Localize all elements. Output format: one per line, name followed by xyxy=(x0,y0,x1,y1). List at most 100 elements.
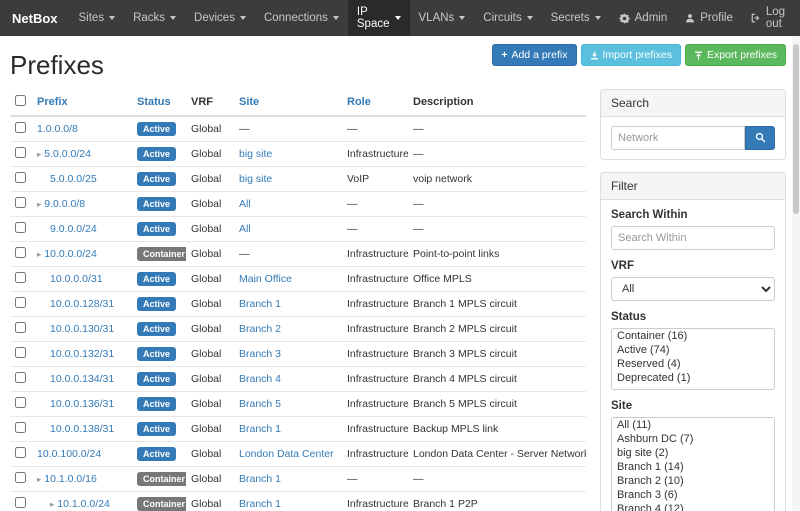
nav-item-admin[interactable]: Admin xyxy=(610,0,677,36)
row-checkbox[interactable] xyxy=(15,372,26,383)
listbox-option[interactable]: Branch 4 (12) xyxy=(612,502,774,511)
status-listbox[interactable]: Container (16)Active (74)Reserved (4)Dep… xyxy=(611,328,775,390)
row-checkbox[interactable] xyxy=(15,297,26,308)
prefix-link[interactable]: 10.0.0.136/31 xyxy=(50,398,114,410)
row-checkbox[interactable] xyxy=(15,497,26,508)
site-cell: Branch 5 xyxy=(234,392,342,417)
site-link[interactable]: All xyxy=(239,223,251,235)
site-link[interactable]: Branch 1 xyxy=(239,473,281,485)
site-link[interactable]: Branch 1 xyxy=(239,498,281,510)
nav-item-racks[interactable]: Racks xyxy=(124,0,185,36)
select-all-checkbox[interactable] xyxy=(15,95,26,106)
site-cell: — xyxy=(234,116,342,142)
search-button[interactable] xyxy=(745,126,775,150)
listbox-option[interactable]: Reserved (4) xyxy=(612,357,774,371)
row-checkbox[interactable] xyxy=(15,422,26,433)
site-link[interactable]: Main Office xyxy=(239,273,292,285)
prefix-link[interactable]: 10.0.0.134/31 xyxy=(50,373,114,385)
column-sort-link[interactable]: Prefix xyxy=(37,96,68,108)
column-sort-link[interactable]: Role xyxy=(347,96,371,108)
nav-item-ip-space[interactable]: IP Space xyxy=(348,0,410,36)
row-checkbox[interactable] xyxy=(15,122,26,133)
listbox-option[interactable]: All (11) xyxy=(612,418,774,432)
site-cell: Branch 1 xyxy=(234,292,342,317)
prefix-link[interactable]: 10.0.0.0/31 xyxy=(50,273,103,285)
prefix-link[interactable]: 9.0.0.0/24 xyxy=(50,223,97,235)
status-cell: Active xyxy=(132,417,186,442)
prefix-link[interactable]: 10.0.0.0/24 xyxy=(44,248,97,260)
site-link[interactable]: Branch 2 xyxy=(239,323,281,335)
site-link[interactable]: big site xyxy=(239,173,272,185)
description-cell: Branch 1 P2P xyxy=(408,492,586,511)
listbox-option[interactable]: Ashburn DC (7) xyxy=(612,432,774,446)
nav-item-log-out[interactable]: Log out xyxy=(742,0,794,36)
prefix-link[interactable]: 9.0.0.0/8 xyxy=(44,198,85,210)
site-link[interactable]: big site xyxy=(239,148,272,160)
prefix-link[interactable]: 1.0.0.0/8 xyxy=(37,123,78,135)
listbox-option[interactable]: Deprecated (1) xyxy=(612,371,774,385)
column-sort-link[interactable]: Status xyxy=(137,96,171,108)
prefix-link[interactable]: 10.0.0.132/31 xyxy=(50,348,114,360)
search-panel-title: Search xyxy=(601,90,785,117)
site-link[interactable]: Branch 5 xyxy=(239,398,281,410)
status-badge: Active xyxy=(137,347,176,361)
site-link[interactable]: Branch 4 xyxy=(239,373,281,385)
prefix-link[interactable]: 10.0.0.128/31 xyxy=(50,298,114,310)
row-checkbox[interactable] xyxy=(15,172,26,183)
row-checkbox[interactable] xyxy=(15,147,26,158)
vrf-cell: Global xyxy=(186,367,234,392)
site-link[interactable]: Branch 1 xyxy=(239,298,281,310)
search-within-input[interactable] xyxy=(611,226,775,250)
nav-item-circuits[interactable]: Circuits xyxy=(474,0,541,36)
site-link[interactable]: All xyxy=(239,198,251,210)
search-input[interactable] xyxy=(611,126,745,150)
row-checkbox[interactable] xyxy=(15,272,26,283)
listbox-option[interactable]: Branch 3 (6) xyxy=(612,488,774,502)
nav-item-profile[interactable]: Profile xyxy=(676,0,742,36)
nav-item-connections[interactable]: Connections xyxy=(255,0,348,36)
row-checkbox[interactable] xyxy=(15,447,26,458)
export-prefixes-button[interactable]: Export prefixes xyxy=(685,44,786,66)
nav-item-secrets[interactable]: Secrets xyxy=(542,0,610,36)
row-checkbox[interactable] xyxy=(15,247,26,258)
row-checkbox[interactable] xyxy=(15,347,26,358)
row-checkbox[interactable] xyxy=(15,222,26,233)
listbox-option[interactable]: big site (2) xyxy=(612,446,774,460)
prefix-link[interactable]: 10.0.0.130/31 xyxy=(50,323,114,335)
netbox-brand[interactable]: NetBox xyxy=(10,0,70,36)
site-listbox[interactable]: All (11)Ashburn DC (7)big site (2)Branch… xyxy=(611,417,775,511)
column-sort-link[interactable]: Site xyxy=(239,96,259,108)
scrollbar-thumb[interactable] xyxy=(793,44,799,214)
description-cell: — xyxy=(408,467,586,492)
site-link[interactable]: London Data Center xyxy=(239,448,334,460)
prefix-link[interactable]: 10.0.0.138/31 xyxy=(50,423,114,435)
row-checkbox[interactable] xyxy=(15,397,26,408)
plus-icon: + xyxy=(501,49,507,61)
nav-item-sites[interactable]: Sites xyxy=(70,0,125,36)
row-checkbox[interactable] xyxy=(15,197,26,208)
listbox-option[interactable]: Container (16) xyxy=(612,329,774,343)
row-checkbox[interactable] xyxy=(15,322,26,333)
prefix-link[interactable]: 10.0.100.0/24 xyxy=(37,448,101,460)
listbox-option[interactable]: Branch 1 (14) xyxy=(612,460,774,474)
prefix-link[interactable]: 10.1.0.0/24 xyxy=(57,498,110,510)
add-prefix-button[interactable]: + Add a prefix xyxy=(492,44,576,66)
status-badge: Active xyxy=(137,147,176,161)
prefix-cell: 10.0.0.132/31 xyxy=(32,342,132,367)
site-link[interactable]: Branch 1 xyxy=(239,423,281,435)
page-scrollbar[interactable] xyxy=(792,36,800,511)
nav-item-vlans[interactable]: VLANs xyxy=(410,0,475,36)
import-prefixes-button[interactable]: Import prefixes xyxy=(581,44,681,66)
prefix-link[interactable]: 5.0.0.0/24 xyxy=(44,148,91,160)
prefix-link[interactable]: 10.1.0.0/16 xyxy=(44,473,97,485)
site-link[interactable]: Branch 3 xyxy=(239,348,281,360)
prefix-link[interactable]: 5.0.0.0/25 xyxy=(50,173,97,185)
prefix-cell: ▸10.1.0.0/24 xyxy=(32,492,132,511)
vrf-select[interactable]: All xyxy=(611,277,775,301)
listbox-option[interactable]: Active (74) xyxy=(612,343,774,357)
nav-item-devices[interactable]: Devices xyxy=(185,0,255,36)
table-row: ▸5.0.0.0/24ActiveGlobalbig siteInfrastru… xyxy=(10,142,586,167)
status-cell: Active xyxy=(132,342,186,367)
listbox-option[interactable]: Branch 2 (10) xyxy=(612,474,774,488)
row-checkbox[interactable] xyxy=(15,472,26,483)
